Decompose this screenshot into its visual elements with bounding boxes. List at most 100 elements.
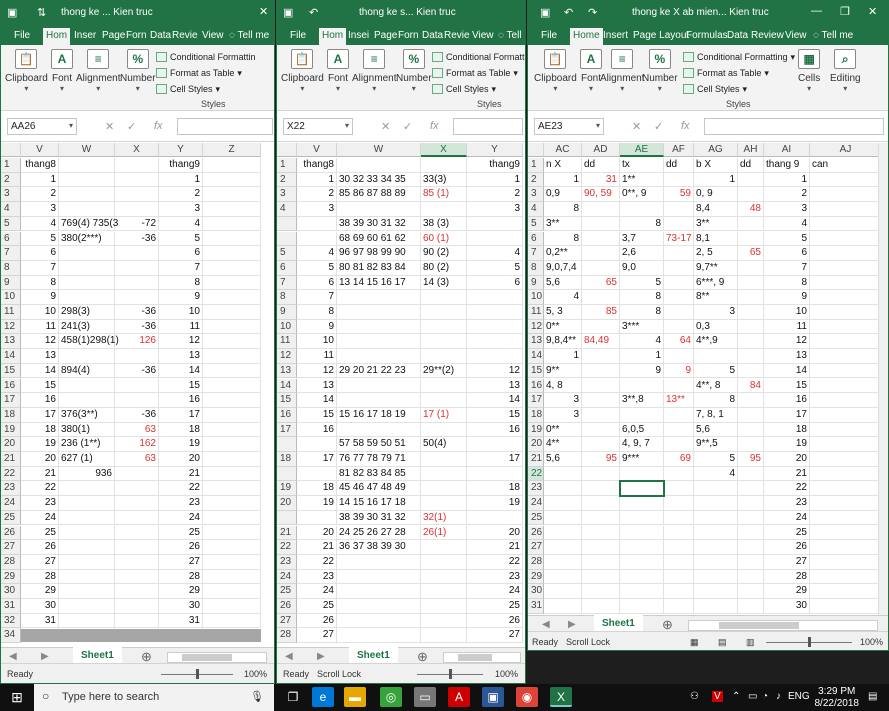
table-cell[interactable] bbox=[664, 525, 694, 541]
table-cell[interactable] bbox=[544, 584, 582, 599]
tab-file[interactable]: File bbox=[11, 28, 33, 45]
table-cell[interactable]: 14 bbox=[21, 363, 59, 379]
column-header[interactable]: W bbox=[59, 143, 115, 157]
next-sheet-icon[interactable]: ▶ bbox=[317, 651, 325, 662]
table-cell[interactable]: 4, 9, 7 bbox=[620, 437, 664, 452]
table-cell[interactable] bbox=[421, 349, 467, 364]
table-cell[interactable] bbox=[203, 319, 261, 335]
table-cell[interactable]: 126 bbox=[115, 334, 159, 350]
name-box[interactable]: AE23 bbox=[534, 118, 604, 135]
column-header[interactable]: AD bbox=[582, 143, 620, 157]
row-header[interactable]: 3 bbox=[1, 187, 21, 203]
table-cell[interactable] bbox=[203, 510, 261, 526]
table-cell[interactable]: 1 bbox=[544, 172, 582, 188]
table-cell[interactable] bbox=[203, 599, 261, 614]
table-cell[interactable]: 38 (3) bbox=[421, 216, 467, 232]
table-cell[interactable]: 60 (1) bbox=[421, 231, 467, 247]
table-cell[interactable] bbox=[59, 290, 115, 305]
table-cell[interactable] bbox=[738, 407, 764, 423]
table-cell[interactable] bbox=[115, 481, 159, 497]
row-header[interactable]: 5 bbox=[1, 216, 21, 232]
task-view-icon[interactable]: ❐ bbox=[282, 687, 304, 707]
table-cell[interactable] bbox=[738, 525, 764, 541]
table-cell[interactable] bbox=[582, 319, 620, 335]
row-header[interactable] bbox=[277, 216, 297, 232]
table-cell[interactable]: 7, 8, 1 bbox=[694, 407, 738, 423]
table-cell[interactable] bbox=[620, 407, 664, 423]
horizontal-scrollbar[interactable] bbox=[443, 652, 521, 663]
table-cell[interactable] bbox=[664, 378, 694, 394]
table-cell[interactable]: 12 bbox=[297, 363, 337, 379]
table-cell[interactable] bbox=[738, 216, 764, 232]
table-cell[interactable] bbox=[297, 216, 337, 232]
table-cell[interactable]: 1 bbox=[694, 172, 738, 188]
cell-styles-button[interactable]: Cell Styles ▾ bbox=[156, 81, 256, 97]
table-cell[interactable]: 26 bbox=[764, 540, 810, 555]
table-cell[interactable]: 3 bbox=[764, 202, 810, 217]
table-cell[interactable] bbox=[337, 584, 421, 599]
table-cell[interactable]: 24 25 26 27 28 bbox=[337, 525, 421, 541]
table-cell[interactable] bbox=[544, 525, 582, 541]
table-cell[interactable] bbox=[59, 584, 115, 599]
table-cell[interactable] bbox=[810, 510, 882, 526]
table-cell[interactable] bbox=[620, 466, 664, 482]
table-cell[interactable]: 17 bbox=[159, 407, 203, 423]
row-header[interactable]: 30 bbox=[528, 584, 544, 599]
table-cell[interactable]: 4 bbox=[21, 216, 59, 232]
table-cell[interactable] bbox=[59, 510, 115, 526]
table-cell[interactable] bbox=[203, 407, 261, 423]
table-cell[interactable] bbox=[738, 584, 764, 599]
table-cell[interactable] bbox=[115, 599, 159, 614]
row-header[interactable]: 26 bbox=[528, 525, 544, 541]
table-cell[interactable] bbox=[582, 422, 620, 438]
table-cell[interactable]: dd bbox=[738, 158, 764, 173]
table-cell[interactable]: 3**,8 bbox=[620, 393, 664, 408]
table-cell[interactable] bbox=[582, 584, 620, 599]
notifications-icon[interactable]: ▤ bbox=[868, 691, 877, 702]
table-cell[interactable]: 16 bbox=[21, 393, 59, 408]
table-cell[interactable] bbox=[694, 496, 738, 511]
table-cell[interactable]: 13** bbox=[664, 393, 694, 408]
table-cell[interactable]: 96 97 98 99 90 bbox=[337, 246, 421, 261]
table-cell[interactable] bbox=[115, 496, 159, 511]
row-header[interactable]: 6 bbox=[1, 231, 21, 247]
excel-taskbar-icon[interactable]: X bbox=[550, 687, 572, 707]
table-cell[interactable]: 458(1)298(1) bbox=[59, 334, 119, 350]
table-cell[interactable] bbox=[620, 599, 664, 614]
microphone-icon[interactable]: 🎙 bbox=[250, 690, 264, 703]
row-header[interactable]: 27 bbox=[528, 540, 544, 555]
table-cell[interactable] bbox=[421, 569, 467, 585]
table-cell[interactable] bbox=[544, 496, 582, 511]
table-cell[interactable] bbox=[810, 540, 882, 555]
row-header[interactable]: 24 bbox=[277, 569, 297, 585]
format-as-table-button[interactable]: Format as Table ▾ bbox=[156, 65, 256, 81]
table-cell[interactable]: 29 bbox=[764, 584, 810, 599]
row-header[interactable]: 21 bbox=[277, 525, 297, 541]
table-cell[interactable] bbox=[297, 231, 337, 247]
table-cell[interactable] bbox=[664, 202, 694, 217]
table-cell[interactable] bbox=[620, 510, 664, 526]
table-cell[interactable]: 12 bbox=[21, 334, 59, 350]
column-header[interactable]: X bbox=[421, 143, 467, 157]
table-cell[interactable] bbox=[810, 305, 882, 320]
row-header[interactable]: 2 bbox=[528, 172, 544, 188]
row-header[interactable]: 25 bbox=[528, 510, 544, 526]
scroll-thumb[interactable] bbox=[719, 622, 799, 629]
cells-button[interactable]: ▦ Cells ▾ bbox=[798, 49, 820, 93]
row-header[interactable]: 7 bbox=[528, 246, 544, 261]
app-icon-2[interactable]: ▭ bbox=[414, 687, 436, 707]
table-cell[interactable]: 10 bbox=[159, 305, 203, 320]
antivirus-icon[interactable]: V bbox=[712, 691, 723, 702]
tab-home[interactable]: Hom bbox=[43, 28, 71, 45]
table-cell[interactable] bbox=[203, 363, 261, 379]
table-cell[interactable]: 20 bbox=[467, 525, 523, 541]
table-cell[interactable] bbox=[203, 202, 261, 217]
table-cell[interactable]: 25 bbox=[21, 525, 59, 541]
table-cell[interactable] bbox=[664, 319, 694, 335]
table-cell[interactable] bbox=[467, 466, 523, 482]
table-cell[interactable]: 6 bbox=[21, 246, 59, 261]
table-cell[interactable] bbox=[203, 525, 261, 541]
table-cell[interactable]: 2 bbox=[159, 187, 203, 203]
table-cell[interactable] bbox=[59, 613, 115, 629]
table-cell[interactable]: 8 bbox=[297, 305, 337, 320]
